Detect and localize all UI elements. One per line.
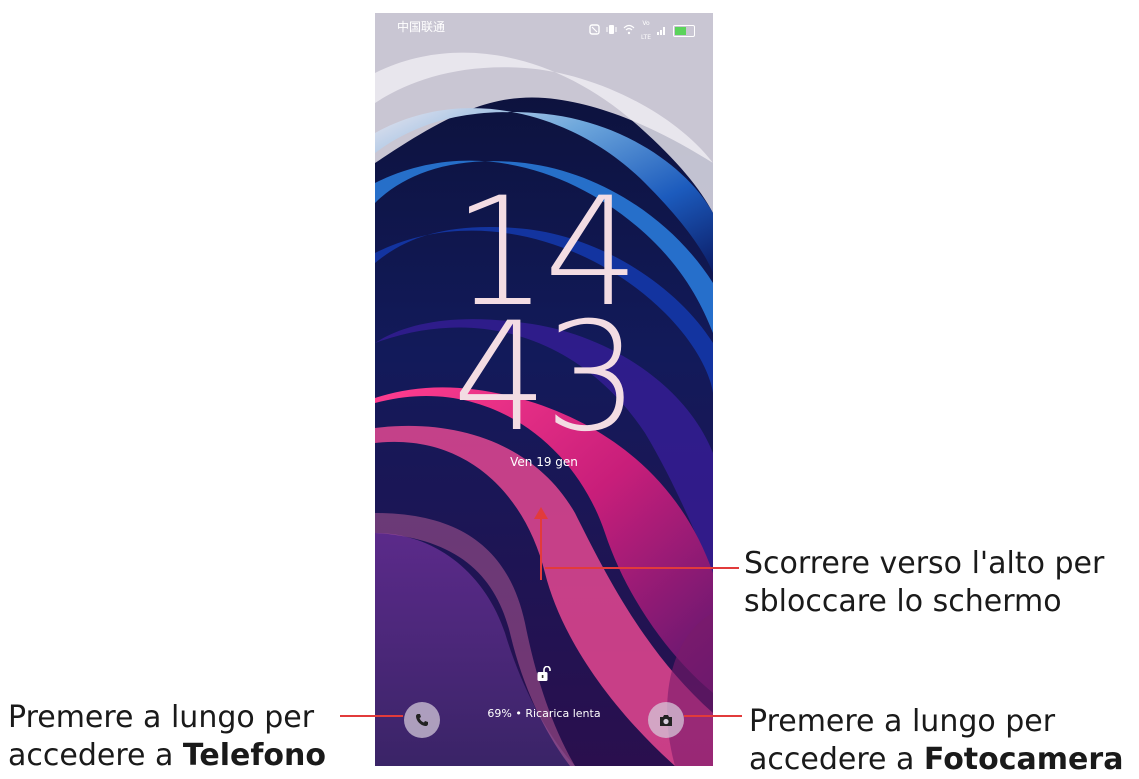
signal-icon <box>657 24 667 39</box>
clock-minute: 43 <box>452 291 640 465</box>
swipe-callout-line <box>545 567 739 569</box>
system-icons: Vo LTE <box>589 17 695 45</box>
wifi-icon <box>623 24 635 39</box>
swipe-callout: Scorrere verso l'alto per sbloccare lo s… <box>744 546 1105 619</box>
camera-shortcut-button[interactable] <box>648 702 684 738</box>
carrier-label: 中国联通 <box>397 20 446 34</box>
phone-callout: Premere a lungo per accedere a Telefono <box>8 700 327 773</box>
vibrate-icon <box>606 24 617 39</box>
nfc-icon <box>589 23 600 39</box>
lockscreen-date: Ven 19 gen <box>510 455 578 469</box>
battery-icon <box>673 25 695 37</box>
phone-shortcut-button[interactable] <box>404 702 440 738</box>
phone-callout-line <box>340 715 403 717</box>
phone-icon <box>416 714 428 726</box>
unlocked-padlock-icon[interactable] <box>537 666 551 682</box>
camera-callout: Premere a lungo per accedere a Fotocamer… <box>749 704 1124 777</box>
volte-icon: Vo LTE <box>641 20 651 41</box>
phone-screen: 中国联通 Vo LTE 14 43 Ven 19 gen 69% • Ricar… <box>375 13 713 766</box>
camera-icon <box>660 714 672 726</box>
camera-callout-line <box>684 715 742 717</box>
status-bar: 中国联通 Vo LTE <box>375 13 713 41</box>
